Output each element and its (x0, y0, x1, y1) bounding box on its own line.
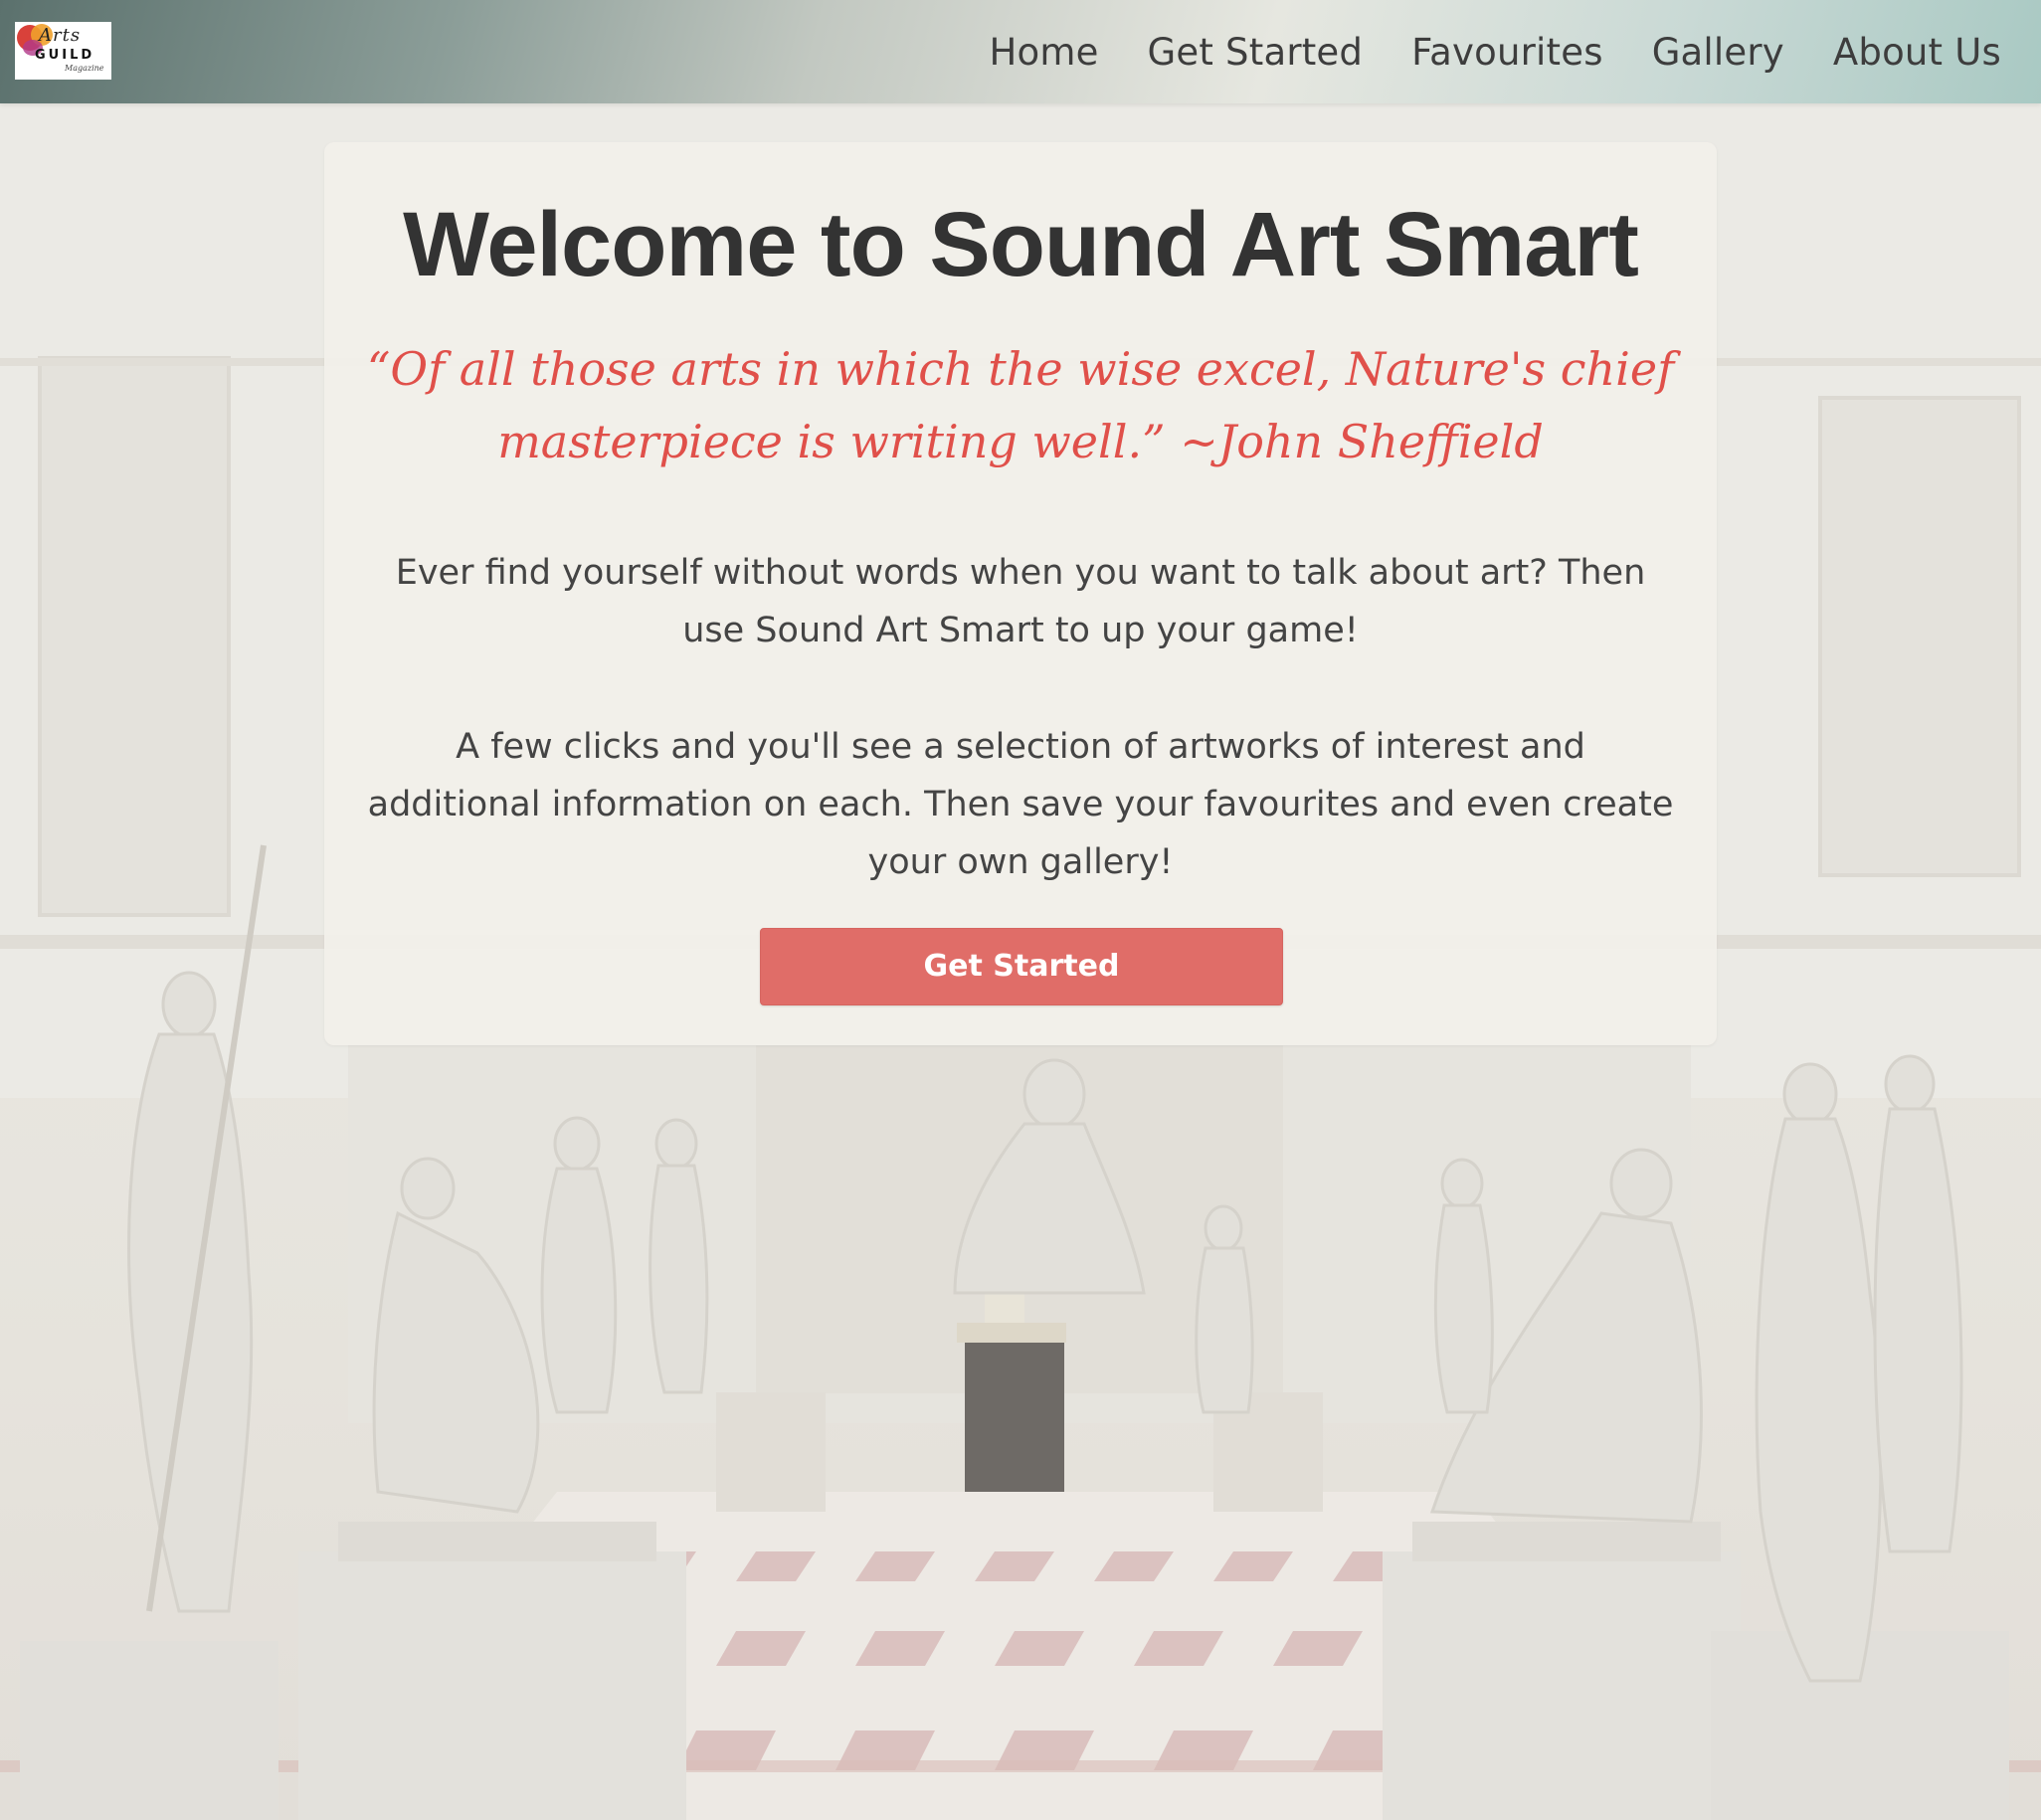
page-title: Welcome to Sound Art Smart (403, 194, 1639, 295)
description-paragraph: A few clicks and you'll see a selection … (367, 727, 1674, 882)
logo-text-magazine: Magazine (65, 64, 104, 73)
nav-link-about-us[interactable]: About Us (1833, 31, 2001, 74)
get-started-button[interactable]: Get Started (760, 928, 1283, 1005)
top-navbar: Arts GUILD Magazine Home Get Started Fav… (0, 0, 2041, 103)
logo-text-guild: GUILD (35, 48, 95, 63)
quote-text: “Of all those arts in which the wise exc… (366, 342, 1675, 468)
welcome-card: Welcome to Sound Art Smart “Of all those… (324, 142, 1717, 1045)
nav-link-home[interactable]: Home (989, 31, 1098, 74)
nav-link-favourites[interactable]: Favourites (1411, 31, 1603, 74)
main-nav: Home Get Started Favourites Gallery Abou… (989, 0, 2001, 103)
nav-link-gallery[interactable]: Gallery (1652, 31, 1784, 74)
nav-link-get-started[interactable]: Get Started (1148, 31, 1364, 74)
logo-text-arts: Arts (39, 25, 82, 46)
arts-guild-logo[interactable]: Arts GUILD Magazine (15, 22, 111, 80)
intro-paragraph: Ever find yourself without words when yo… (395, 553, 1646, 650)
